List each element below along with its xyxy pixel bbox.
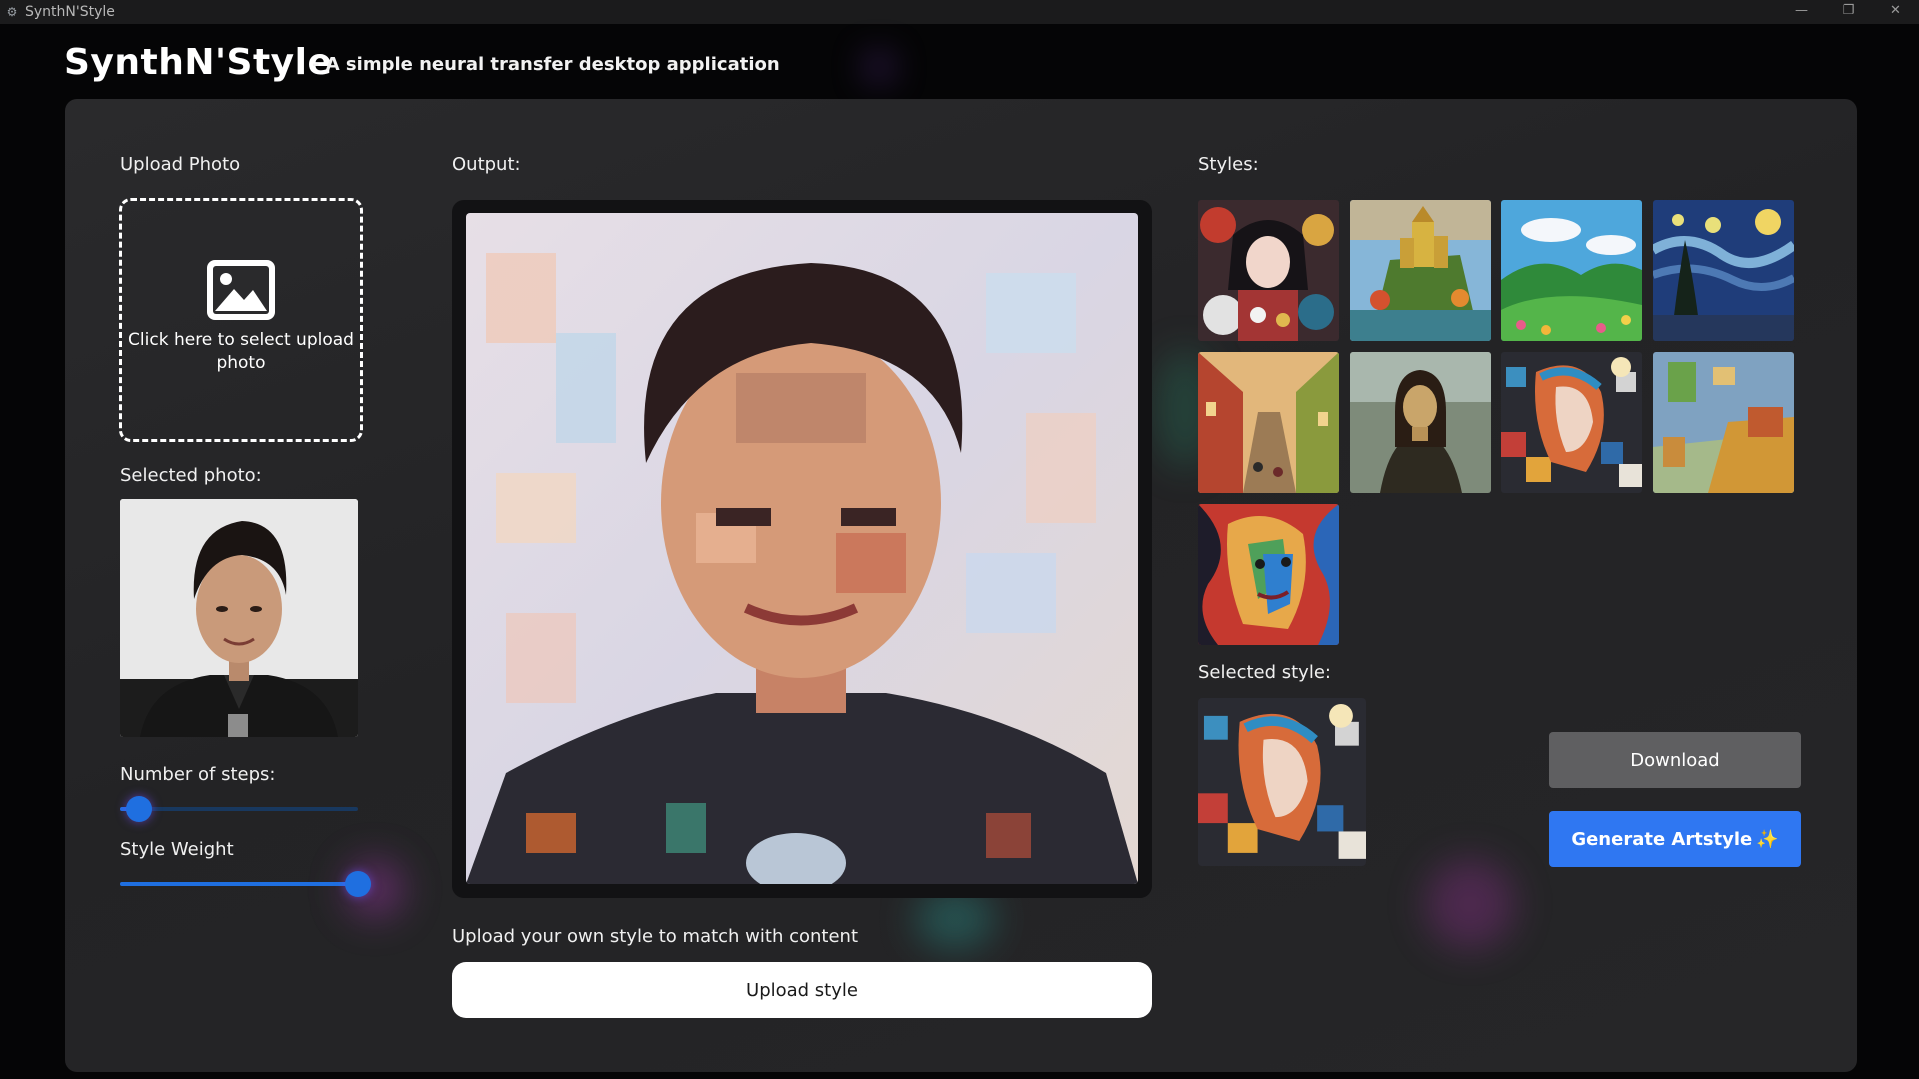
upload-style-button[interactable]: Upload style	[452, 962, 1152, 1018]
styles-label: Styles:	[1198, 154, 1259, 175]
slider-thumb[interactable]	[126, 796, 152, 822]
background-glow	[870, 58, 888, 76]
upload-photo-label: Upload Photo	[120, 154, 241, 175]
style-tile-cubist-woman[interactable]	[1501, 352, 1642, 493]
window-controls: — ❐ ✕	[1778, 0, 1919, 24]
window-title-bar: ⚙ SynthN'Style — ❐ ✕	[0, 0, 1919, 24]
style-tile-castle-landscape[interactable]	[1350, 200, 1491, 341]
output-image	[466, 213, 1138, 884]
style-tile-starry-night[interactable]	[1653, 200, 1794, 341]
style-tile-mona-lisa[interactable]	[1350, 352, 1491, 493]
selected-style-label: Selected style:	[1198, 662, 1331, 683]
slider-track	[120, 807, 358, 811]
style-weight-slider[interactable]	[120, 869, 371, 899]
selected-style-image	[1198, 698, 1366, 866]
app-tagline: - A simple neural transfer desktop appli…	[312, 54, 780, 75]
slider-thumb[interactable]	[345, 871, 371, 897]
close-icon[interactable]: ✕	[1872, 0, 1919, 24]
steps-label: Number of steps:	[120, 764, 276, 785]
photo-dropzone[interactable]: Click here to select upload photo	[119, 198, 363, 442]
selected-photo-label: Selected photo:	[120, 465, 262, 486]
output-label: Output:	[452, 154, 521, 175]
restore-icon[interactable]: ❐	[1825, 0, 1872, 24]
generate-label: Generate Artstyle	[1571, 828, 1753, 850]
style-tile-abstract-face[interactable]	[1198, 504, 1339, 645]
background-glow	[915, 889, 995, 949]
app-brand: SynthN'Style	[64, 42, 333, 83]
dropzone-text: Click here to select upload photo	[128, 330, 354, 373]
download-button[interactable]: Download	[1549, 732, 1801, 788]
style-tile-bedroom-in-arles[interactable]	[1653, 352, 1794, 493]
output-frame	[452, 200, 1152, 898]
style-tile-painted-street[interactable]	[1198, 352, 1339, 493]
generate-artstyle-button[interactable]: Generate Artstyle ✨	[1549, 811, 1801, 867]
minimize-icon[interactable]: —	[1778, 0, 1825, 24]
background-glow	[1425, 859, 1515, 949]
style-tile-green-hills[interactable]	[1501, 200, 1642, 341]
slider-fill	[120, 882, 358, 886]
window-title: SynthN'Style	[25, 4, 115, 20]
upload-style-label: Upload your own style to match with cont…	[452, 926, 859, 947]
main-panel: Upload Photo Click here to select upload…	[65, 99, 1857, 1072]
image-icon	[207, 260, 275, 320]
sparkles-icon: ✨	[1756, 828, 1779, 850]
gear-icon: ⚙	[6, 5, 18, 19]
style-tile-anime-floral[interactable]	[1198, 200, 1339, 341]
selected-photo	[120, 499, 358, 737]
steps-slider[interactable]	[120, 794, 358, 824]
style-weight-label: Style Weight	[120, 839, 234, 860]
